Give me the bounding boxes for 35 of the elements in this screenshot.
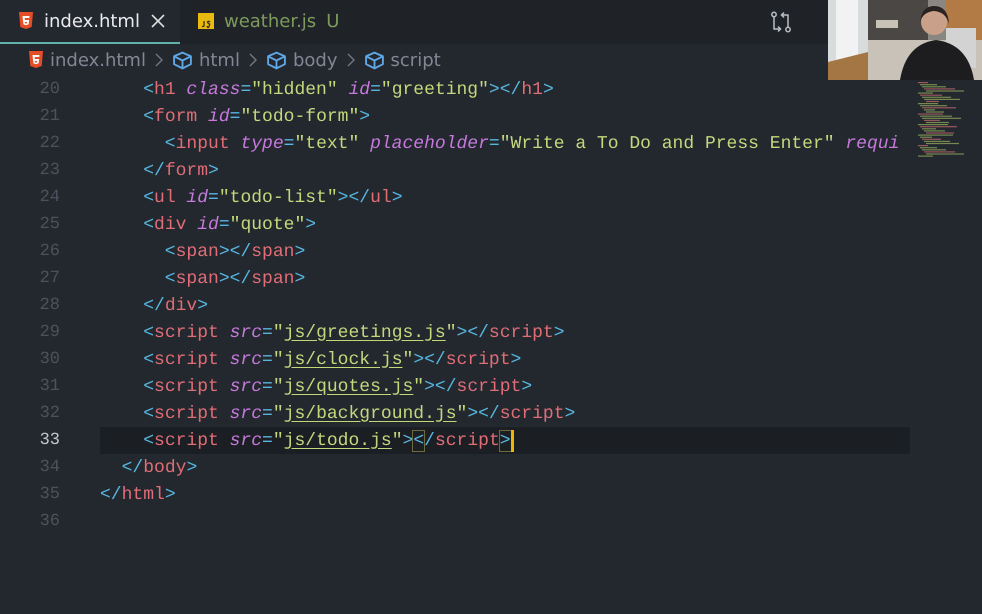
code-line: <span></span> — [164, 268, 306, 288]
cube-icon — [364, 50, 385, 70]
breadcrumb-item[interactable]: html — [198, 50, 240, 70]
code-line: <script src="js/clock.js"></script> — [142, 350, 522, 370]
breadcrumb-item[interactable]: index.html — [50, 50, 146, 70]
editor-tab[interactable]: index.html — [0, 0, 180, 44]
code-line: <script src="js/quotes.js"></script> — [142, 376, 532, 396]
code-line: </body> — [120, 458, 198, 478]
chevron-icon — [346, 53, 356, 67]
code-line: </div> — [142, 296, 208, 316]
code-line: <span></span> — [164, 242, 306, 262]
compare-changes-icon[interactable] — [770, 11, 792, 33]
code-line: <script src="js/greetings.js"></script> — [142, 322, 565, 342]
breadcrumb-item[interactable]: body — [292, 50, 338, 70]
code-line: <ul id="todo-list"></ul> — [142, 188, 402, 208]
js-icon — [198, 12, 214, 30]
code-line: <h1 class="hidden" id="greeting"></h1> — [142, 80, 554, 100]
code-line: <div id="quote"> — [142, 214, 316, 234]
chevron-icon — [248, 53, 258, 67]
cube-icon — [172, 50, 193, 70]
text-cursor — [510, 430, 514, 452]
code-line: <script src="js/todo.js"></script> — [142, 430, 511, 450]
breadcrumb-item[interactable]: script — [390, 50, 441, 70]
editor-tab[interactable]: weather.js U — [180, 0, 358, 44]
html5-icon — [28, 51, 44, 69]
code-line: </html> — [100, 484, 176, 504]
code-line: <script src="js/background.js"></script> — [142, 404, 576, 424]
code-line: </form> — [142, 160, 219, 180]
html5-icon — [18, 12, 34, 30]
chevron-icon — [154, 53, 164, 67]
code-line: <input type="text" placeholder="Write a To Do and Press Enter" requi — [164, 134, 900, 154]
cube-icon — [266, 50, 287, 70]
line-number: 33 — [38, 431, 60, 450]
code-line: <form id="todo-form"> — [142, 106, 370, 126]
close-icon[interactable] — [150, 13, 166, 29]
